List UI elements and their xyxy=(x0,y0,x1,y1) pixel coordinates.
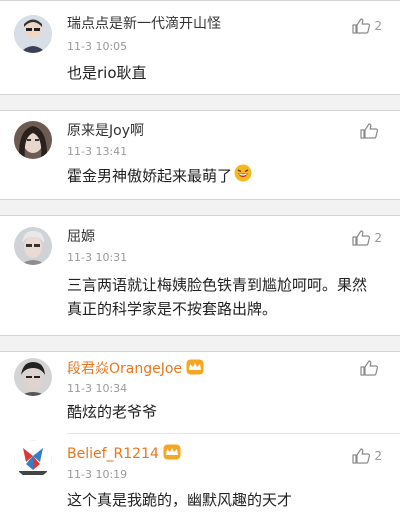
comment-time: 11-3 10:19 xyxy=(67,468,128,481)
like-button[interactable] xyxy=(360,123,382,139)
comment-author[interactable]: Belief_R1214 xyxy=(67,444,181,464)
avatar[interactable] xyxy=(14,15,52,53)
like-button[interactable]: 2 xyxy=(352,230,382,246)
vip-crown-icon xyxy=(163,444,181,464)
comment-card: 段君焱OrangeJoe 11-3 10:34 酷炫的老爷爷 Belief_R1… xyxy=(0,351,400,522)
thumbs-up-icon xyxy=(352,448,371,464)
separator xyxy=(0,95,400,110)
like-button[interactable]: 2 xyxy=(352,448,382,464)
thumbs-up-icon xyxy=(360,123,378,139)
comment-text: 酷炫的老爷爷 xyxy=(67,403,158,421)
comment-author[interactable]: 段君焱OrangeJoe xyxy=(67,358,204,379)
comment-time: 11-3 13:41 xyxy=(67,145,128,158)
separator xyxy=(0,336,400,351)
comment-time: 11-3 10:05 xyxy=(67,40,128,53)
thumbs-up-icon xyxy=(352,230,371,246)
like-button[interactable] xyxy=(360,360,382,376)
like-count: 2 xyxy=(374,449,382,463)
comment-author[interactable]: 原来是Joy啊 xyxy=(67,120,144,140)
vip-crown-icon xyxy=(186,359,204,379)
laughing-emoji-icon xyxy=(234,164,252,189)
comment-time: 11-3 10:34 xyxy=(67,382,128,395)
avatar[interactable] xyxy=(14,121,52,159)
like-count: 2 xyxy=(374,231,382,245)
comment-card: 原来是Joy啊 11-3 13:41 霍金男神傲娇起来最萌了 xyxy=(0,110,400,200)
comment-author[interactable]: 屈嫄 xyxy=(67,226,95,246)
avatar[interactable] xyxy=(14,227,52,265)
comment-text: 也是rio耿直 xyxy=(67,64,147,82)
separator xyxy=(0,200,400,215)
comment-text: 这个真是我跪的，幽默风趣的天才 xyxy=(67,491,293,509)
comment-text-content: 霍金男神傲娇起来最萌了 xyxy=(67,167,233,185)
comment-author[interactable]: 瑞点点是新一代滴开山怪 xyxy=(67,13,221,33)
like-button[interactable]: 2 xyxy=(352,18,382,34)
comment-divider xyxy=(67,433,400,434)
comment-text: 霍金男神傲娇起来最萌了 xyxy=(67,164,380,189)
comment-card: 瑞点点是新一代滴开山怪 11-3 10:05 也是rio耿直 2 xyxy=(0,0,400,95)
author-name: Belief_R1214 xyxy=(67,446,159,462)
thumbs-up-icon xyxy=(360,360,378,376)
like-count: 2 xyxy=(374,19,382,33)
avatar[interactable] xyxy=(14,358,52,396)
comment-time: 11-3 10:31 xyxy=(67,251,128,264)
thumbs-up-icon xyxy=(352,18,371,34)
author-name: 段君焱OrangeJoe xyxy=(67,361,183,377)
avatar[interactable] xyxy=(14,440,52,478)
comment-card: 屈嫄 11-3 10:31 三言两语就让梅姨脸色铁青到尴尬呵呵。果然真正的科学家… xyxy=(0,215,400,336)
comment-text: 三言两语就让梅姨脸色铁青到尴尬呵呵。果然真正的科学家是不按套路出牌。 xyxy=(67,276,368,318)
